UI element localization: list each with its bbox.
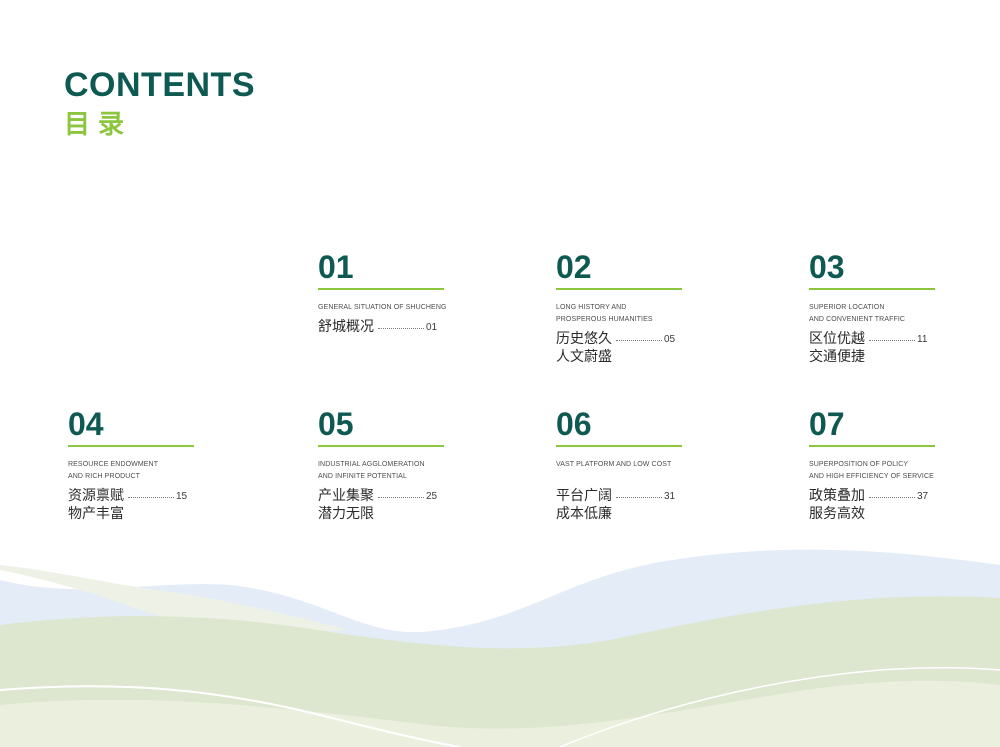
- entry-chinese-subtitle: 成本低廉: [556, 506, 612, 522]
- dot-leader: [378, 327, 424, 329]
- entry-divider: [809, 288, 935, 290]
- entry-number: 07: [809, 406, 845, 442]
- dot-leader: [616, 339, 662, 341]
- entry-chinese-title: 政策叠加: [809, 488, 865, 504]
- entry-chinese-subtitle: 物产丰富: [68, 506, 124, 522]
- entry-page-number: 11: [917, 333, 928, 345]
- entry-number: 01: [318, 249, 354, 285]
- decorative-waves: [0, 549, 1000, 747]
- entry-chinese-title: 区位优越: [809, 331, 865, 347]
- toc-entry-01[interactable]: 01 GENERAL SITUATION OF SHUCHENG 舒城概况 01: [318, 250, 518, 336]
- entry-number: 05: [318, 406, 354, 442]
- entry-page-number: 25: [426, 490, 438, 502]
- dot-leader: [128, 496, 174, 498]
- dot-leader: [869, 496, 915, 498]
- entry-number: 03: [809, 249, 845, 285]
- entry-divider: [809, 445, 935, 447]
- contents-title-chinese: 目录: [64, 110, 133, 140]
- entry-chinese-title: 产业集聚: [318, 488, 374, 504]
- entry-english-title: VAST PLATFORM AND LOW COST: [556, 461, 672, 468]
- entry-chinese-subtitle: 潜力无限: [318, 506, 374, 522]
- entry-chinese-title: 舒城概况: [318, 319, 374, 335]
- entry-chinese-subtitle: 人文蔚盛: [556, 349, 612, 365]
- entry-chinese-title: 平台广阔: [556, 488, 612, 504]
- entry-divider: [556, 445, 682, 447]
- entry-english-title: SUPERIOR LOCATION AND CONVENIENT TRAFFIC: [809, 304, 906, 323]
- entry-chinese-subtitle: 服务高效: [809, 506, 865, 522]
- contents-title: CONTENTS: [64, 66, 255, 104]
- entry-page-number: 31: [664, 490, 676, 502]
- entry-page-number: 15: [176, 490, 188, 502]
- entry-page-number: 05: [664, 333, 676, 345]
- entry-number: 02: [556, 249, 592, 285]
- entry-english-title: INDUSTRIAL AGGLOMERATION AND INFINITE POT…: [318, 461, 425, 480]
- entry-page-number: 37: [917, 490, 929, 502]
- entry-english-title: RESOURCE ENDOWMENT AND RICH PRODUCT: [68, 461, 159, 480]
- entry-number: 04: [68, 406, 104, 442]
- entry-number: 06: [556, 406, 592, 442]
- entry-chinese-title: 资源禀赋: [68, 488, 124, 504]
- toc-entry-07[interactable]: 07 SUPERPOSITION OF POLICY AND HIGH EFFIC…: [809, 407, 1000, 523]
- dot-leader: [378, 496, 424, 498]
- toc-entry-02[interactable]: 02 LONG HISTORY AND PROSPEROUS HUMANITIES…: [556, 250, 756, 366]
- entry-divider: [318, 445, 444, 447]
- entry-english-title: GENERAL SITUATION OF SHUCHENG: [318, 304, 447, 311]
- dot-leader: [616, 496, 662, 498]
- entry-chinese-title: 历史悠久: [556, 331, 612, 347]
- toc-entry-04[interactable]: 04 RESOURCE ENDOWMENT AND RICH PRODUCT 资源…: [68, 407, 268, 523]
- entry-english-title: SUPERPOSITION OF POLICY AND HIGH EFFICIEN…: [809, 461, 934, 480]
- toc-entry-05[interactable]: 05 INDUSTRIAL AGGLOMERATION AND INFINITE …: [318, 407, 518, 523]
- entry-english-title: LONG HISTORY AND PROSPEROUS HUMANITIES: [556, 304, 653, 323]
- entry-divider: [556, 288, 682, 290]
- entry-page-number: 01: [426, 321, 438, 333]
- dot-leader: [869, 339, 915, 341]
- entry-divider: [68, 445, 194, 447]
- toc-entry-06[interactable]: 06 VAST PLATFORM AND LOW COST 平台广阔 31 成本…: [556, 407, 756, 523]
- toc-entry-03[interactable]: 03 SUPERIOR LOCATION AND CONVENIENT TRAFF…: [809, 250, 1000, 366]
- entry-chinese-subtitle: 交通便捷: [809, 349, 865, 365]
- entry-divider: [318, 288, 444, 290]
